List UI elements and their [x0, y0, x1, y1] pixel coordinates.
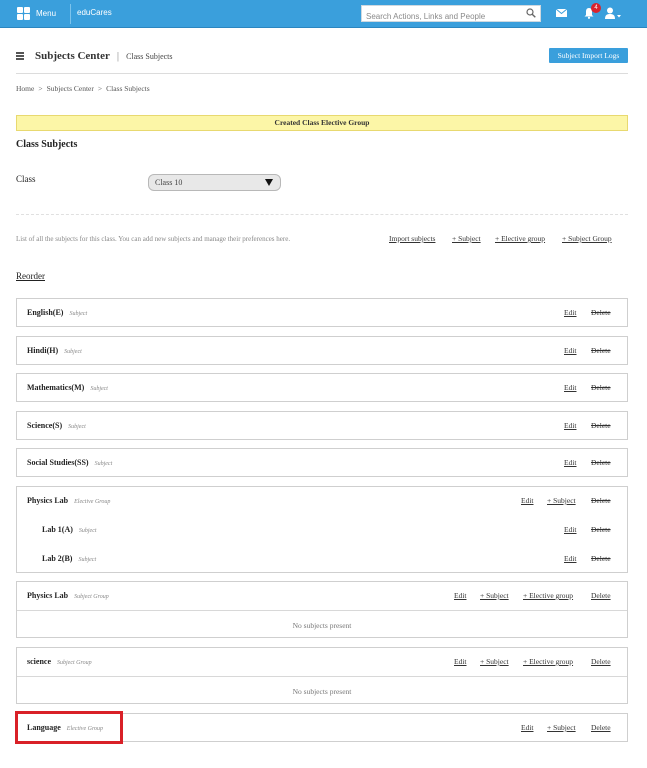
edit-link[interactable]: Edit	[454, 657, 467, 666]
delete-link[interactable]: Delete	[591, 458, 611, 467]
delete-link[interactable]: Delete	[591, 421, 611, 430]
add-elective-group-link[interactable]: + Elective group	[523, 591, 573, 600]
add-elective-group-link[interactable]: + Elective group	[495, 234, 545, 243]
child-subject-name: Lab 2(B) Subject	[42, 554, 97, 563]
subject-name: Science(S) Subject	[27, 421, 86, 430]
search-input[interactable]	[362, 9, 522, 24]
class-select-value: Class 10	[155, 178, 183, 187]
add-subject-group-link[interactable]: + Subject Group	[562, 234, 612, 243]
search-box	[361, 5, 541, 24]
subject-group-card: science Subject Group Edit + Subject + El…	[16, 647, 628, 704]
mail-icon[interactable]	[556, 9, 567, 17]
add-subject-link[interactable]: + Subject	[547, 723, 576, 732]
subject-name: Social Studies(SS) Subject	[27, 458, 113, 467]
page-title: Subjects Center	[35, 50, 110, 62]
edit-link[interactable]: Edit	[564, 458, 577, 467]
grid-icon	[17, 7, 30, 20]
subject-type: Subject	[78, 557, 97, 563]
subject-name: Mathematics(M) Subject	[27, 383, 108, 392]
subject-type: Subject	[90, 386, 108, 392]
section-divider	[16, 214, 628, 215]
edit-link[interactable]: Edit	[564, 346, 577, 355]
breadcrumb-class-subjects: Class Subjects	[106, 84, 150, 93]
group-name: science Subject Group	[27, 657, 92, 666]
import-subjects-link[interactable]: Import subjects	[389, 234, 435, 243]
notification-badge: 4	[591, 3, 601, 13]
edit-link[interactable]: Edit	[454, 591, 467, 600]
page-header: Subjects Center | Class Subjects	[16, 48, 173, 64]
navbar-divider	[70, 4, 71, 24]
edit-link[interactable]: Edit	[564, 383, 577, 392]
delete-link[interactable]: Delete	[591, 496, 611, 505]
group-type: Subject Group	[57, 660, 92, 666]
breadcrumb-subjects-center[interactable]: Subjects Center	[47, 84, 94, 93]
title-separator: |	[116, 50, 120, 62]
dropdown-arrow-icon	[265, 179, 273, 186]
add-subject-link[interactable]: + Subject	[547, 496, 576, 505]
subject-type: Subject	[64, 349, 82, 355]
group-type: Elective Group	[74, 499, 111, 505]
reorder-link[interactable]: Reorder	[16, 271, 45, 281]
group-type: Subject Group	[74, 594, 109, 600]
empty-message: No subjects present	[292, 621, 352, 630]
breadcrumb: Home > Subjects Center > Class Subjects	[16, 84, 150, 93]
delete-link[interactable]: Delete	[591, 657, 611, 666]
child-subject-name: Lab 1(A) Subject	[42, 525, 97, 534]
subject-type: Subject	[68, 424, 86, 430]
subject-group-card: Physics Lab Subject Group Edit + Subject …	[16, 581, 628, 638]
class-select[interactable]: Class 10	[148, 174, 281, 191]
delete-link[interactable]: Delete	[591, 346, 611, 355]
subject-type: Subject	[94, 461, 113, 467]
user-menu-icon[interactable]	[605, 7, 621, 19]
edit-link[interactable]: Edit	[521, 496, 534, 505]
menu-button[interactable]: Menu	[17, 0, 69, 27]
subject-name: Hindi(H) Subject	[27, 346, 82, 355]
add-subject-link[interactable]: + Subject	[480, 657, 509, 666]
edit-link[interactable]: Edit	[521, 723, 534, 732]
subject-card: Mathematics(M) Subject Edit Delete	[16, 373, 628, 402]
page-subtitle: Class Subjects	[126, 51, 173, 61]
delete-link[interactable]: Delete	[591, 554, 611, 563]
add-elective-group-link[interactable]: + Elective group	[523, 657, 573, 666]
subject-card: Hindi(H) Subject Edit Delete	[16, 336, 628, 365]
brand-link[interactable]: eduCares	[77, 8, 112, 17]
description-text: List of all the subjects for this class.…	[16, 235, 291, 243]
highlight-box	[15, 711, 123, 744]
group-name: Physics Lab Elective Group	[27, 496, 111, 505]
edit-link[interactable]: Edit	[564, 308, 577, 317]
list-icon	[16, 52, 24, 60]
subject-name: English(E) Subject	[27, 308, 88, 317]
edit-link[interactable]: Edit	[564, 421, 577, 430]
subject-type: Subject	[69, 311, 88, 317]
group-name: Physics Lab Subject Group	[27, 591, 109, 600]
subject-type: Subject	[78, 528, 97, 534]
edit-link[interactable]: Edit	[564, 554, 577, 563]
delete-link[interactable]: Delete	[591, 723, 611, 732]
card-divider	[17, 676, 627, 677]
delete-link[interactable]: Delete	[591, 383, 611, 392]
add-subject-link[interactable]: + Subject	[480, 591, 509, 600]
section-title: Class Subjects	[16, 139, 78, 150]
top-navbar: Menu eduCares 4	[0, 0, 647, 28]
subject-card: Science(S) Subject Edit Delete	[16, 411, 628, 440]
edit-link[interactable]: Edit	[564, 525, 577, 534]
class-label: Class	[16, 174, 36, 184]
breadcrumb-separator: >	[97, 84, 103, 93]
breadcrumb-separator: >	[38, 84, 43, 93]
elective-group-card: Physics Lab Elective Group Edit + Subject…	[16, 486, 628, 573]
subject-card: Social Studies(SS) Subject Edit Delete	[16, 448, 628, 477]
success-notice: Created Class Elective Group	[16, 115, 628, 131]
delete-link[interactable]: Delete	[591, 308, 611, 317]
subject-card: English(E) Subject Edit Delete	[16, 298, 628, 327]
breadcrumb-home[interactable]: Home	[16, 84, 34, 93]
delete-link[interactable]: Delete	[591, 591, 611, 600]
card-divider	[17, 610, 627, 611]
subject-import-logs-button[interactable]: Subject Import Logs	[549, 48, 628, 63]
search-icon[interactable]	[526, 8, 536, 18]
empty-message: No subjects present	[292, 687, 352, 696]
add-subject-link[interactable]: + Subject	[452, 234, 481, 243]
menu-label: Menu	[36, 9, 57, 18]
delete-link[interactable]: Delete	[591, 525, 611, 534]
header-divider	[16, 73, 628, 74]
